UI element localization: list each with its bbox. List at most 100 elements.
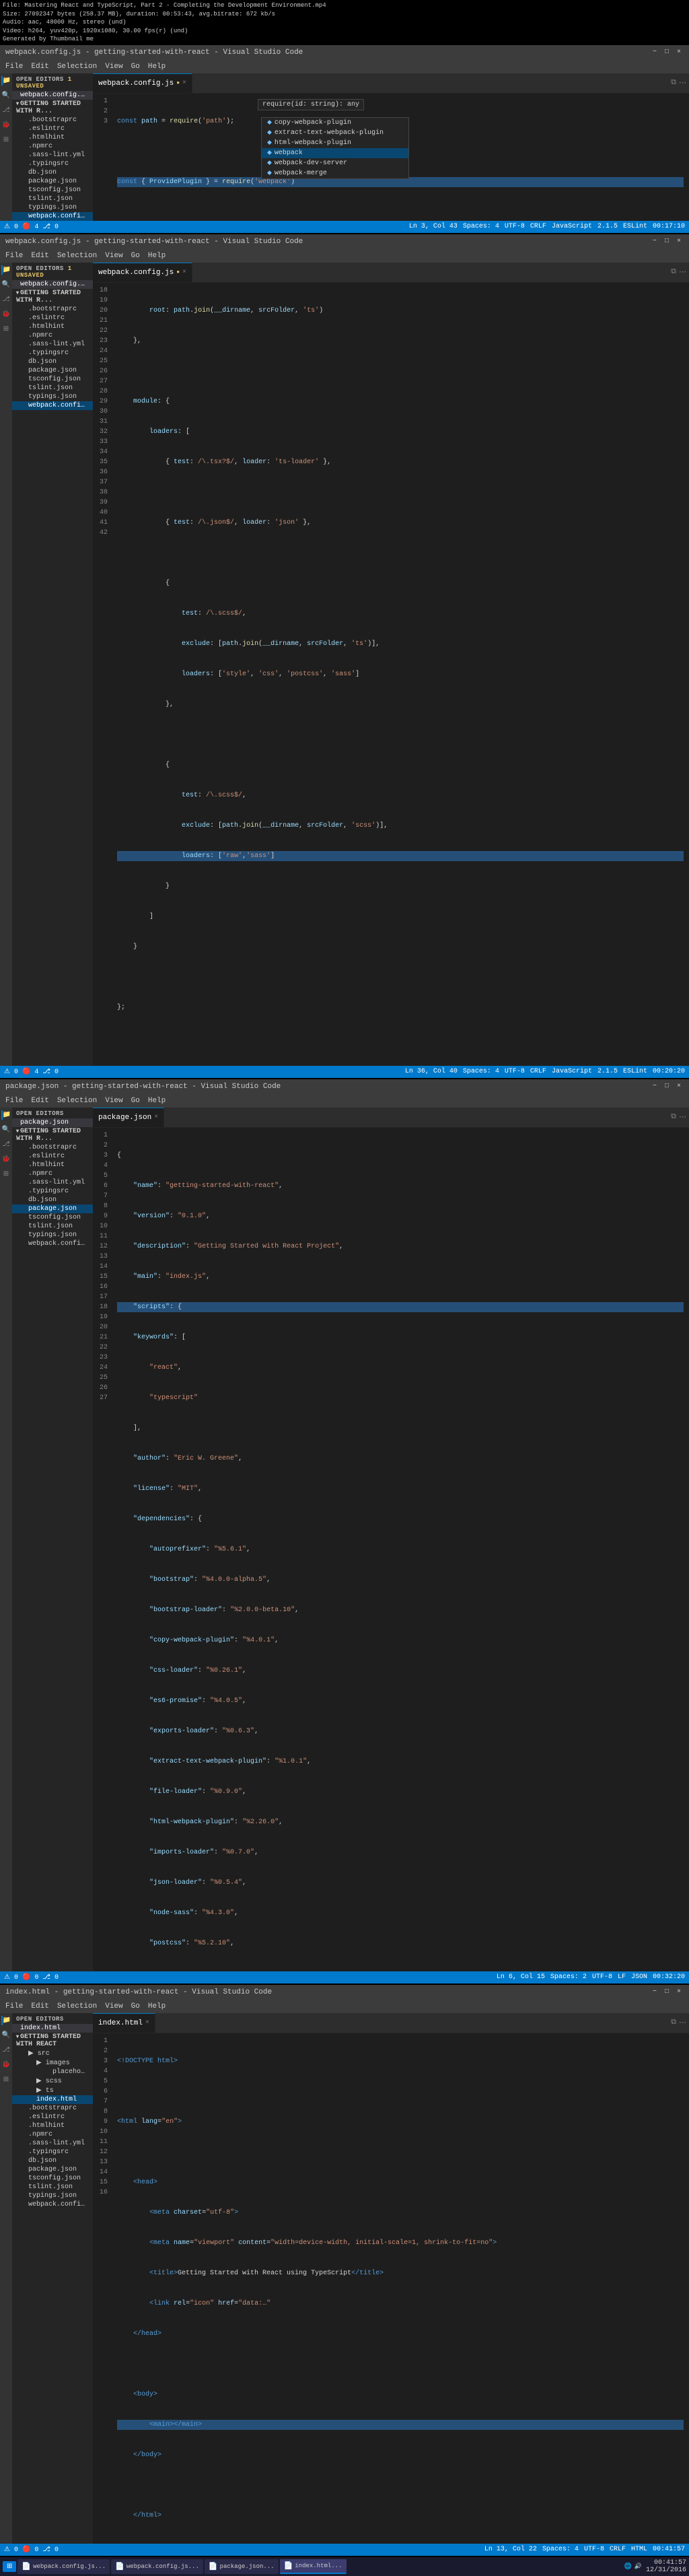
sidebar-folder-project-2[interactable]: ▾GETTING STARTED WITH R... <box>12 289 93 305</box>
status-errors-4[interactable]: ⚠ 0 <box>4 2546 18 2554</box>
status-eol-1[interactable]: CRLF <box>530 223 546 230</box>
sidebar-item-tsconfigjson-4[interactable]: tsconfig.json <box>12 2174 93 2183</box>
sidebar-item-eslintrc-1[interactable]: .eslintrc <box>12 125 93 133</box>
menu-selection-1[interactable]: Selection <box>57 63 97 71</box>
tab-close-1[interactable]: × <box>182 79 186 87</box>
status-spaces-2[interactable]: Spaces: 4 <box>463 1068 499 1075</box>
status-eol-2[interactable]: CRLF <box>530 1068 546 1075</box>
tab-package-3[interactable]: package.json × <box>93 1108 164 1127</box>
tab-close-4[interactable]: × <box>145 2019 149 2027</box>
sidebar-item-eslintrc-2[interactable]: .eslintrc <box>12 314 93 323</box>
sidebar-item-packagejson-4[interactable]: package.json <box>12 2165 93 2174</box>
activity-search-2[interactable]: 🔍 <box>1 280 11 290</box>
minimize-btn-1[interactable]: − <box>650 48 659 56</box>
sidebar-folder-project-3[interactable]: ▾GETTING STARTED WITH R... <box>12 1127 93 1143</box>
activity-git-2[interactable]: ⎇ <box>1 295 11 304</box>
activity-git-3[interactable]: ⎇ <box>1 1140 11 1149</box>
ac-item-webpack-1[interactable]: ◆ webpack <box>262 148 408 158</box>
status-branch-2[interactable]: ⎇ 0 <box>42 1068 59 1076</box>
activity-debug-2[interactable]: 🐞 <box>1 310 11 319</box>
sidebar-folder-project-1[interactable]: ▾GETTING STARTED WITH R... <box>12 100 93 116</box>
menu-help-2[interactable]: Help <box>148 252 166 260</box>
start-button[interactable]: ⊞ <box>3 2561 16 2572</box>
sidebar-item-images-4[interactable]: ▶ images <box>12 2058 93 2068</box>
sidebar-item-webpackconfig-1[interactable]: webpack.config.js <box>12 212 93 221</box>
sidebar-folder-project-4[interactable]: ▾GETTING STARTED WITH REACT <box>12 2033 93 2049</box>
status-position-1[interactable]: Ln 3, Col 43 <box>409 223 458 230</box>
sidebar-item-packagejson-1[interactable]: package.json <box>12 177 93 186</box>
status-encoding-3[interactable]: UTF-8 <box>592 1973 612 1981</box>
sidebar-item-typingsrc-3[interactable]: .typingsrc <box>12 1187 93 1196</box>
activity-search-3[interactable]: 🔍 <box>1 1125 11 1134</box>
sidebar-item-indexhtml-4[interactable]: index.html <box>12 2095 93 2104</box>
sidebar-item-typingsrc-2[interactable]: .typingsrc <box>12 349 93 358</box>
status-errors-2[interactable]: ⚠ 0 <box>4 1068 18 1076</box>
sidebar-item-dbjson-4[interactable]: db.json <box>12 2157 93 2165</box>
status-warnings-3[interactable]: 🔴 0 <box>22 1973 38 1981</box>
menu-edit-2[interactable]: Edit <box>31 252 48 260</box>
sidebar-item-bootstraprc-4[interactable]: .bootstraprc <box>12 2104 93 2113</box>
ac-item-webpack-dev-1[interactable]: ◆ webpack-dev-server <box>262 158 408 168</box>
menu-file-2[interactable]: File <box>5 252 23 260</box>
code-area-4[interactable]: <!DOCTYPE html> <html lang="en"> <head> … <box>112 2033 689 2544</box>
sidebar-item-npmrc-4[interactable]: .npmrc <box>12 2130 93 2139</box>
sidebar-item-npmrc-3[interactable]: .npmrc <box>12 1170 93 1178</box>
sidebar-item-dbjson-2[interactable]: db.json <box>12 358 93 366</box>
sidebar-item-bootstraprc-3[interactable]: .bootstraprc <box>12 1143 93 1152</box>
status-encoding-1[interactable]: UTF-8 <box>505 223 525 230</box>
sidebar-item-packagejson-3[interactable]: package.json <box>12 1205 93 1213</box>
split-editor-icon-1[interactable]: ⧉ <box>671 79 676 87</box>
sidebar-item-typingsjson-2[interactable]: typings.json <box>12 393 93 401</box>
menu-view-4[interactable]: View <box>105 2002 122 2010</box>
taskbar-item-2[interactable]: 📄 webpack.config.js... <box>111 2559 203 2574</box>
menu-selection-2[interactable]: Selection <box>57 252 97 260</box>
status-spaces-4[interactable]: Spaces: 4 <box>542 2546 579 2553</box>
menu-go-4[interactable]: Go <box>131 2002 140 2010</box>
status-lang-1[interactable]: JavaScript <box>552 223 592 230</box>
menu-help-3[interactable]: Help <box>148 1097 166 1105</box>
more-icon-3[interactable]: ⋯ <box>679 1112 686 1122</box>
status-errors-1[interactable]: ⚠ 0 <box>4 223 18 231</box>
minimize-btn-4[interactable]: − <box>650 1988 659 1996</box>
sidebar-item-tslintjson-1[interactable]: tslint.json <box>12 195 93 203</box>
status-version-2[interactable]: 2.1.5 <box>597 1068 618 1075</box>
status-position-2[interactable]: Ln 36, Col 40 <box>405 1068 458 1075</box>
menu-view-2[interactable]: View <box>105 252 122 260</box>
ac-item-webpack-merge-1[interactable]: ◆ webpack-merge <box>262 168 408 178</box>
taskbar-item-3[interactable]: 📄 package.json... <box>205 2559 279 2574</box>
close-btn-3[interactable]: × <box>674 1083 684 1090</box>
activity-explorer-2[interactable]: 📁 <box>1 265 11 275</box>
sidebar-item-tsconfigjson-1[interactable]: tsconfig.json <box>12 186 93 195</box>
sidebar-item-webpack-open-1[interactable]: webpack.config.js <box>12 91 93 100</box>
activity-debug-4[interactable]: 🐞 <box>1 2060 11 2070</box>
status-encoding-2[interactable]: UTF-8 <box>505 1068 525 1075</box>
menu-help-4[interactable]: Help <box>148 2002 166 2010</box>
sidebar-item-index-open-4[interactable]: index.html <box>12 2024 93 2033</box>
ac-item-html-1[interactable]: ◆ html-webpack-plugin <box>262 138 408 148</box>
tab-webpack-2[interactable]: webpack.config.js ● × <box>93 263 192 282</box>
more-icon-1[interactable]: ⋯ <box>679 78 686 88</box>
sidebar-item-htmlhint-3[interactable]: .htmlhint <box>12 1161 93 1170</box>
sidebar-item-typingsrc-4[interactable]: .typingsrc <box>12 2148 93 2157</box>
activity-explorer-1[interactable]: 📁 <box>1 76 11 86</box>
split-editor-icon-3[interactable]: ⧉ <box>671 1113 676 1121</box>
status-warnings-2[interactable]: 🔴 4 <box>22 1068 38 1076</box>
maximize-btn-3[interactable]: □ <box>662 1083 672 1090</box>
status-eslint-2[interactable]: ESLint <box>623 1068 647 1075</box>
sidebar-item-tsconfigjson-2[interactable]: tsconfig.json <box>12 375 93 384</box>
activity-search-4[interactable]: 🔍 <box>1 2031 11 2040</box>
tab-index-4[interactable]: index.html × <box>93 2013 155 2033</box>
menu-go-3[interactable]: Go <box>131 1097 140 1105</box>
taskbar-item-4[interactable]: 📄 index.html... <box>280 2559 347 2574</box>
status-branch-4[interactable]: ⎇ 0 <box>42 2546 59 2554</box>
sidebar-item-typingsjson-4[interactable]: typings.json <box>12 2192 93 2200</box>
more-icon-2[interactable]: ⋯ <box>679 267 686 277</box>
sidebar-item-typingsjson-1[interactable]: typings.json <box>12 203 93 212</box>
sidebar-item-dbjson-3[interactable]: db.json <box>12 1196 93 1205</box>
activity-git-4[interactable]: ⎇ <box>1 2045 11 2055</box>
menu-edit-4[interactable]: Edit <box>31 2002 48 2010</box>
status-version-1[interactable]: 2.1.5 <box>597 223 618 230</box>
status-eol-3[interactable]: LF <box>618 1973 626 1981</box>
sidebar-item-sasslint-4[interactable]: .sass-lint.yml <box>12 2139 93 2148</box>
status-eslint-1[interactable]: ESLint <box>623 223 647 230</box>
